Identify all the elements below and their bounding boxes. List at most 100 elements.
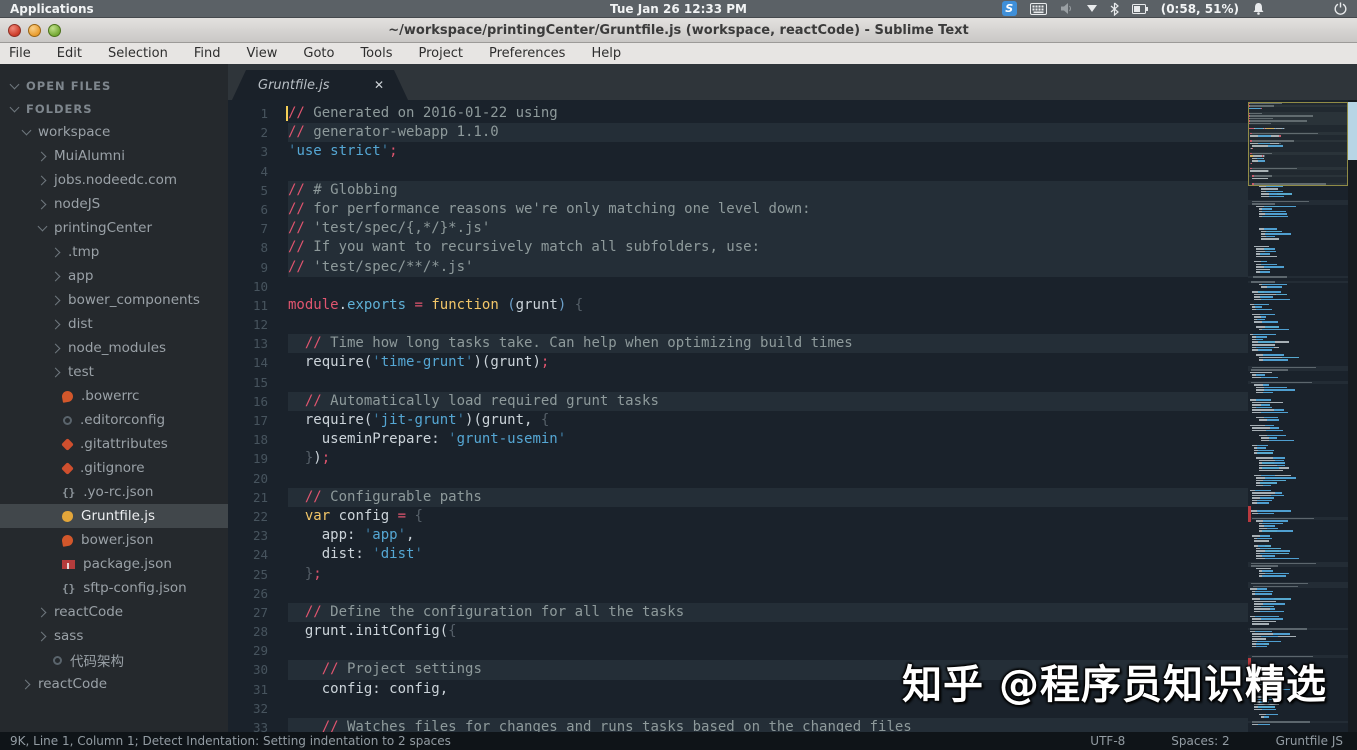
- tree-folder-bower_components[interactable]: bower_components: [0, 288, 228, 312]
- code-line-6[interactable]: 6// for performance reasons we're only m…: [228, 200, 1248, 219]
- braces-file-icon: {}: [62, 583, 75, 594]
- code-line-8[interactable]: 8// If you want to recursively match all…: [228, 238, 1248, 257]
- code-line-7[interactable]: 7// 'test/spec/{,*/}*.js': [228, 219, 1248, 238]
- code-line-25[interactable]: 25 };: [228, 565, 1248, 584]
- code-line-5[interactable]: 5// # Globbing: [228, 181, 1248, 200]
- menu-goto[interactable]: Goto: [290, 46, 347, 61]
- scrollbar-thumb[interactable]: [1348, 102, 1357, 160]
- folders-header[interactable]: FOLDERS: [0, 97, 228, 120]
- line-number: 10: [228, 277, 268, 296]
- status-indentation[interactable]: Spaces: 2: [1171, 734, 1229, 748]
- status-syntax[interactable]: Gruntfile JS: [1276, 734, 1343, 748]
- battery-status[interactable]: (0:58, 51%): [1161, 2, 1239, 16]
- chevron-right-icon: [52, 248, 60, 256]
- menu-project[interactable]: Project: [405, 46, 475, 61]
- menu-tools[interactable]: Tools: [347, 46, 405, 61]
- minimap-viewport[interactable]: [1248, 102, 1348, 186]
- line-number: 20: [228, 469, 268, 488]
- code-line-15[interactable]: 15: [228, 373, 1248, 392]
- code-line-20[interactable]: 20: [228, 469, 1248, 488]
- tree-file-.bowerrc[interactable]: .bowerrc: [0, 384, 228, 408]
- minimize-window-button[interactable]: [28, 24, 41, 37]
- tree-file-代码架构[interactable]: 代码架构: [0, 648, 228, 672]
- tree-folder-dist[interactable]: dist: [0, 312, 228, 336]
- tree-folder-nodeJS[interactable]: nodeJS: [0, 192, 228, 216]
- tree-folder-jobs.nodeedc.com[interactable]: jobs.nodeedc.com: [0, 168, 228, 192]
- code-line-18[interactable]: 18 useminPrepare: 'grunt-usemin': [228, 430, 1248, 449]
- tree-file-package.json[interactable]: package.json: [0, 552, 228, 576]
- scrollbar[interactable]: [1348, 100, 1357, 732]
- code-line-3[interactable]: 3'use strict';: [228, 142, 1248, 161]
- open-files-header[interactable]: OPEN FILES: [0, 74, 228, 97]
- code-line-33[interactable]: 33 // Watches files for changes and runs…: [228, 718, 1248, 732]
- code-line-12[interactable]: 12: [228, 315, 1248, 334]
- code-line-28[interactable]: 28 grunt.initConfig({: [228, 622, 1248, 641]
- code-line-17[interactable]: 17 require('jit-grunt')(grunt, {: [228, 411, 1248, 430]
- tree-folder-workspace[interactable]: workspace: [0, 120, 228, 144]
- tab-bar: Gruntfile.js ✕: [228, 64, 1357, 100]
- chevron-down-icon: [10, 105, 18, 113]
- bell-icon[interactable]: [1252, 2, 1265, 15]
- menu-file[interactable]: File: [0, 46, 44, 61]
- tree-file-.gitattributes[interactable]: .gitattributes: [0, 432, 228, 456]
- code-line-16[interactable]: 16 // Automatically load required grunt …: [228, 392, 1248, 411]
- line-number: 4: [228, 162, 268, 181]
- bluetooth-icon[interactable]: [1110, 2, 1119, 16]
- tree-folder-reactCode[interactable]: reactCode: [0, 672, 228, 696]
- menu-preferences[interactable]: Preferences: [476, 46, 578, 61]
- code-line-14[interactable]: 14 require('time-grunt')(grunt);: [228, 353, 1248, 372]
- code-line-21[interactable]: 21 // Configurable paths: [228, 488, 1248, 507]
- line-number: 5: [228, 181, 268, 200]
- tree-file-sftp-config.json[interactable]: {}sftp-config.json: [0, 576, 228, 600]
- code-line-1[interactable]: 1// Generated on 2016-01-22 using: [228, 104, 1248, 123]
- code-line-11[interactable]: 11module.exports = function (grunt) {: [228, 296, 1248, 315]
- title-bar[interactable]: ~/workspace/printingCenter/Gruntfile.js …: [0, 18, 1357, 43]
- tree-folder-sass[interactable]: sass: [0, 624, 228, 648]
- network-icon[interactable]: [1087, 5, 1097, 12]
- applications-menu[interactable]: Applications: [10, 2, 94, 16]
- close-icon[interactable]: ✕: [374, 78, 384, 92]
- tree-folder-.tmp[interactable]: .tmp: [0, 240, 228, 264]
- tree-file-.yo-rc.json[interactable]: {}.yo-rc.json: [0, 480, 228, 504]
- code-line-4[interactable]: 4: [228, 162, 1248, 181]
- maximize-window-button[interactable]: [48, 24, 61, 37]
- tree-file-Gruntfile.js[interactable]: Gruntfile.js: [0, 504, 228, 528]
- tree-file-.editorconfig[interactable]: .editorconfig: [0, 408, 228, 432]
- code-line-13[interactable]: 13 // Time how long tasks take. Can help…: [228, 334, 1248, 353]
- volume-icon[interactable]: [1060, 2, 1074, 15]
- battery-icon[interactable]: [1132, 4, 1148, 14]
- tab-gruntfile[interactable]: Gruntfile.js ✕: [232, 70, 408, 100]
- menu-selection[interactable]: Selection: [95, 46, 181, 61]
- tree-item-label: .gitattributes: [80, 436, 168, 452]
- code-line-26[interactable]: 26: [228, 584, 1248, 603]
- code-line-9[interactable]: 9// 'test/spec/**/*.js': [228, 258, 1248, 277]
- tree-folder-printingCenter[interactable]: printingCenter: [0, 216, 228, 240]
- tree-item-label: .bowerrc: [81, 388, 139, 404]
- tree-folder-node_modules[interactable]: node_modules: [0, 336, 228, 360]
- tree-folder-MuiAlumni[interactable]: MuiAlumni: [0, 144, 228, 168]
- tree-folder-test[interactable]: test: [0, 360, 228, 384]
- tree-file-bower.json[interactable]: bower.json: [0, 528, 228, 552]
- menu-view[interactable]: View: [234, 46, 291, 61]
- input-method-icon[interactable]: S: [1002, 1, 1017, 16]
- code-line-19[interactable]: 19 });: [228, 449, 1248, 468]
- code-line-22[interactable]: 22 var config = {: [228, 507, 1248, 526]
- minimap[interactable]: [1248, 102, 1348, 732]
- tree-folder-app[interactable]: app: [0, 264, 228, 288]
- close-window-button[interactable]: [8, 24, 21, 37]
- menu-find[interactable]: Find: [181, 46, 234, 61]
- code-editor[interactable]: 1// Generated on 2016-01-22 using2// gen…: [228, 104, 1248, 732]
- code-line-23[interactable]: 23 app: 'app',: [228, 526, 1248, 545]
- code-line-2[interactable]: 2// generator-webapp 1.1.0: [228, 123, 1248, 142]
- line-number: 18: [228, 430, 268, 449]
- code-line-10[interactable]: 10: [228, 277, 1248, 296]
- code-line-24[interactable]: 24 dist: 'dist': [228, 545, 1248, 564]
- tree-file-.gitignore[interactable]: .gitignore: [0, 456, 228, 480]
- power-icon[interactable]: [1334, 2, 1347, 15]
- menu-help[interactable]: Help: [578, 46, 634, 61]
- code-line-27[interactable]: 27 // Define the configuration for all t…: [228, 603, 1248, 622]
- keyboard-icon[interactable]: [1030, 3, 1047, 15]
- braces-file-icon: {}: [62, 487, 75, 498]
- menu-edit[interactable]: Edit: [44, 46, 95, 61]
- tree-folder-reactCode[interactable]: reactCode: [0, 600, 228, 624]
